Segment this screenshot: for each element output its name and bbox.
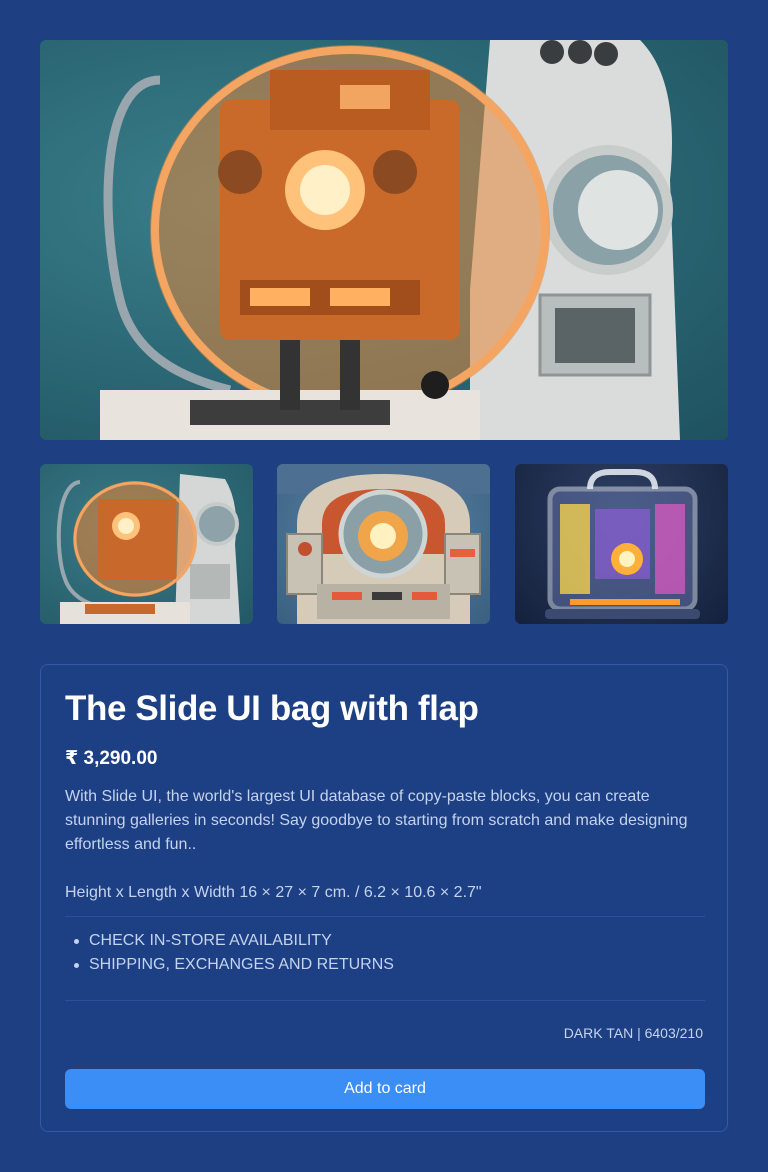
bullet-icon	[74, 963, 79, 968]
thumbnail-1[interactable]	[40, 464, 253, 624]
product-title: The Slide UI bag with flap	[65, 689, 479, 728]
product-price: ₹ 3,290.00	[65, 748, 158, 769]
thumbnail-2[interactable]	[277, 464, 490, 624]
product-sku: DARK TAN | 6403/210	[563, 1025, 703, 1041]
divider	[65, 916, 705, 917]
product-page: The Slide UI bag with flap ₹ 3,290.00 Wi…	[0, 0, 768, 1172]
link-label: CHECK IN-STORE AVAILABILITY	[89, 932, 332, 949]
product-description: With Slide UI, the world's largest UI da…	[65, 788, 688, 853]
link-label: SHIPPING, EXCHANGES AND RETURNS	[89, 956, 394, 973]
divider	[65, 1000, 705, 1001]
add-to-cart-button[interactable]: Add to card	[65, 1069, 705, 1109]
main-product-image	[40, 40, 728, 440]
product-dimensions: Height x Length x Width 16 × 27 × 7 cm. …	[65, 884, 482, 901]
product-info-card: The Slide UI bag with flap ₹ 3,290.00 Wi…	[40, 664, 728, 1132]
link-store-availability[interactable]: CHECK IN-STORE AVAILABILITY	[65, 929, 394, 953]
info-links-list: CHECK IN-STORE AVAILABILITY SHIPPING, EX…	[65, 929, 394, 977]
thumbnail-3[interactable]	[515, 464, 728, 624]
link-shipping-returns[interactable]: SHIPPING, EXCHANGES AND RETURNS	[65, 953, 394, 977]
bullet-icon	[74, 939, 79, 944]
